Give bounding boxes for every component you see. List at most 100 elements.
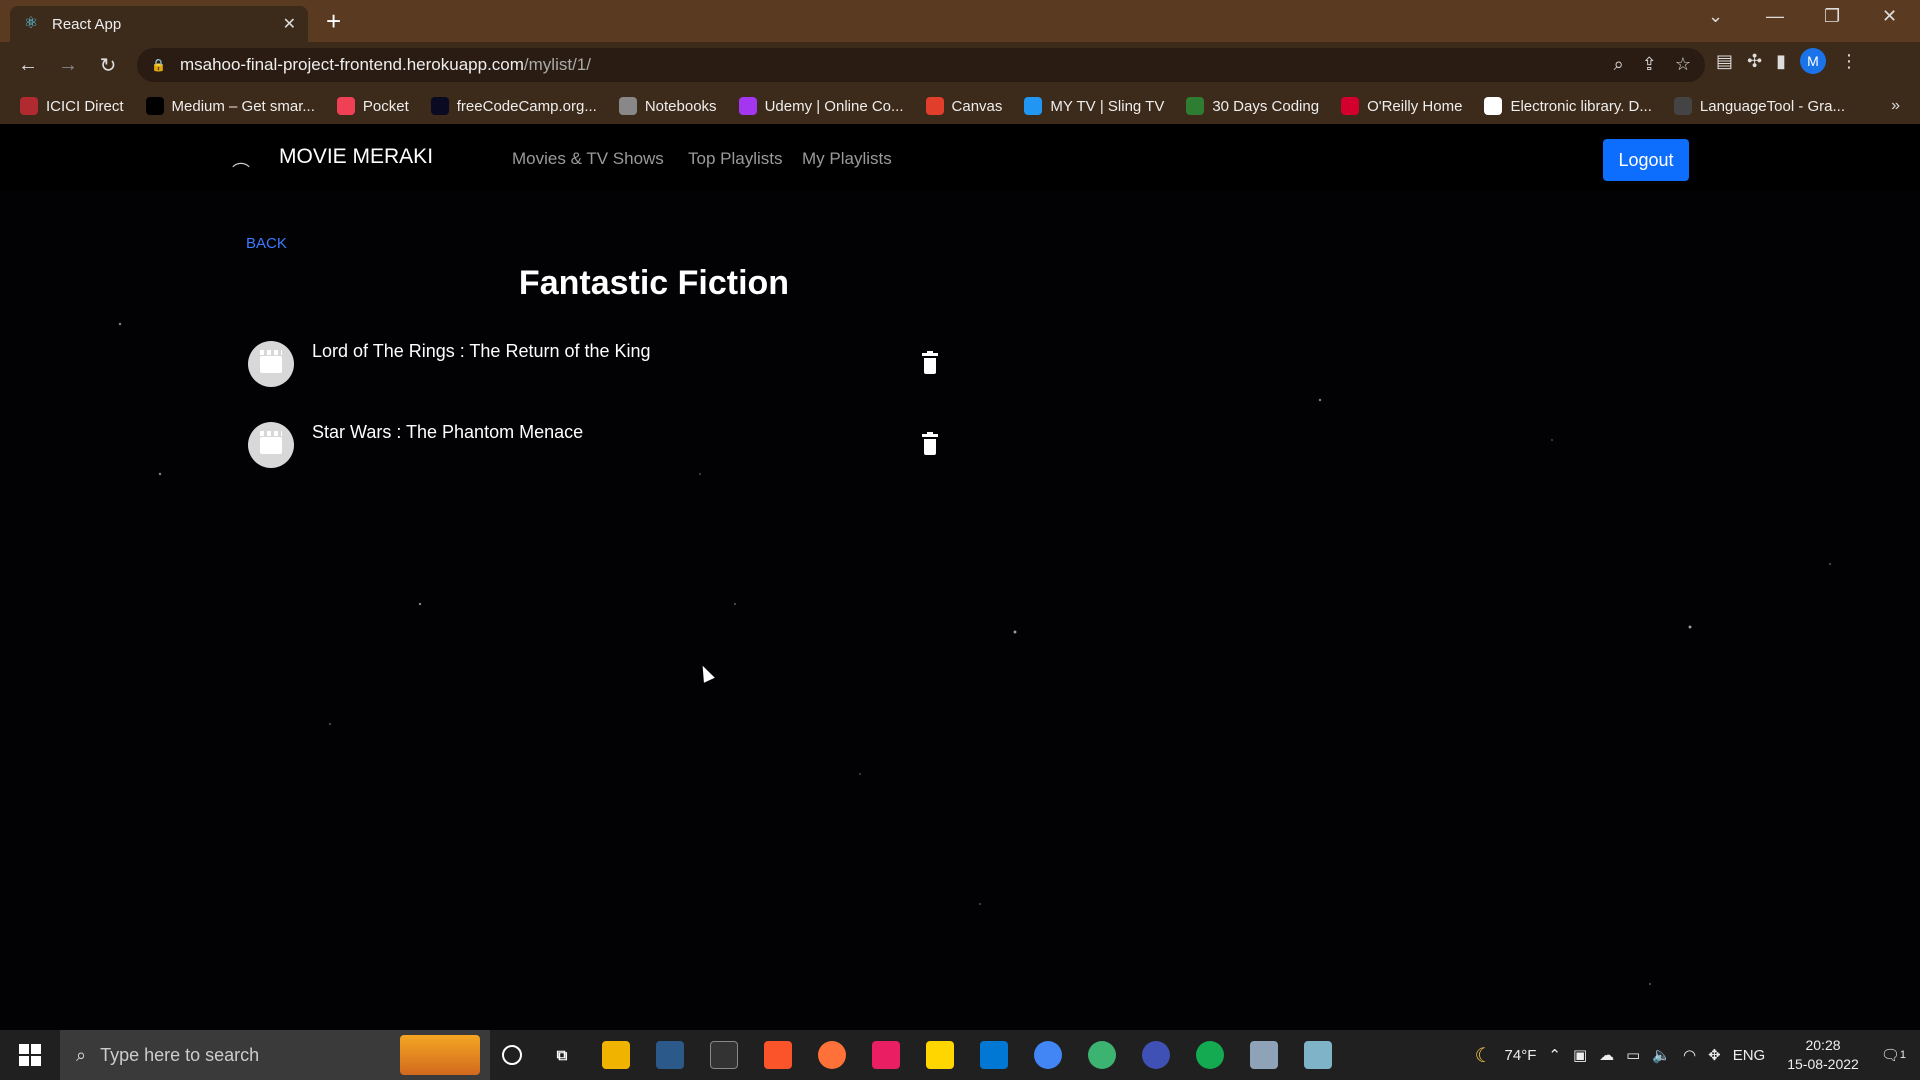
medium-icon [145,97,164,115]
reload-icon[interactable]: ↻ [88,45,128,85]
bookmark-label: 30 Days Coding [1212,97,1320,115]
url-path: /mylist/1/ [523,55,591,74]
bookmark-item[interactable]: Pocket [336,97,409,115]
language-indicator[interactable]: ENG [1733,1047,1766,1064]
bookmark-label: Electronic library. D... [1510,97,1652,115]
more-bookmarks-icon[interactable]: » [1891,97,1900,115]
system-tray: ☾ 74°F ⌃ ▣ ☁ ▭ 🔈 ◠ ✥ ENG 20:28 15-08-202… [1475,1030,1920,1080]
notification-center-icon[interactable]: 🗨 [1881,1046,1900,1064]
app-navbar: ︵ MOVIE MERAKI Movies & TV Shows Top Pla… [0,124,1920,190]
movie-title[interactable]: Lord of The Rings : The Return of the Ki… [312,341,651,362]
bookmark-item[interactable]: Notebooks [618,97,717,115]
bookmark-item[interactable]: Canvas [925,97,1002,115]
chrome-icon[interactable] [1034,1041,1062,1069]
react-favicon-icon: ⚛ [23,15,39,32]
brave-icon[interactable] [764,1041,792,1069]
mongodb-icon[interactable] [1196,1041,1224,1069]
bookmark-item[interactable]: LanguageTool - Gra... [1673,97,1845,115]
extension-icon[interactable]: ▤ [1716,51,1733,72]
freecodecamp-icon [430,97,449,115]
firefox-icon[interactable] [818,1041,846,1069]
atom-icon[interactable] [1088,1041,1116,1069]
mouse-cursor-icon [697,663,715,683]
sticky-notes-icon[interactable] [926,1041,954,1069]
file-explorer-icon[interactable] [602,1041,630,1069]
puzzle-icon[interactable]: ✣ [1747,51,1762,72]
bookmark-label: freeCodeCamp.org... [456,97,597,115]
paint-icon[interactable] [1250,1041,1278,1069]
close-window-button[interactable]: ✕ [1882,6,1897,27]
side-panel-icon[interactable]: ▮ [1776,51,1786,72]
vscode-icon[interactable] [980,1041,1008,1069]
forward-arrow-icon[interactable]: → [48,45,88,85]
browser-tab[interactable]: ⚛ React App ✕ [10,6,308,42]
address-bar[interactable]: 🔒 msahoo-final-project-frontend.herokuap… [137,48,1705,82]
task-view-icon[interactable]: ⧉ [548,1041,576,1069]
intellij-icon[interactable] [872,1041,900,1069]
windows-taskbar: ⌕ Type here to search ⧉ ☾ 74°F ⌃ ▣ ☁ ▭ 🔈… [0,1030,1920,1080]
bookmark-item[interactable]: MY TV | Sling TV [1024,97,1164,115]
notepad-icon[interactable] [1304,1041,1332,1069]
taskbar-search[interactable]: ⌕ Type here to search [60,1030,490,1080]
bookmark-item[interactable]: O'Reilly Home [1341,97,1462,115]
brand-name[interactable]: MOVIE MERAKI [279,145,433,169]
bookmark-item[interactable]: Medium – Get smar... [145,97,315,115]
bookmark-item[interactable]: Udemy | Online Co... [738,97,904,115]
bookmark-label: MY TV | Sling TV [1050,97,1165,115]
movie-title[interactable]: Star Wars : The Phantom Menace [312,422,583,443]
temperature[interactable]: 74°F [1505,1047,1537,1064]
terminal-icon[interactable] [710,1041,738,1069]
bookmark-item[interactable]: freeCodeCamp.org... [430,97,597,115]
bookmark-item[interactable]: 30 Days Coding [1186,97,1319,115]
clock[interactable]: 20:28 15-08-2022 [1787,1036,1859,1074]
tab-search-icon[interactable]: ⌄ [1708,6,1723,27]
eclipse-icon[interactable] [1142,1041,1170,1069]
bookmark-label: Notebooks [644,97,717,115]
notebooks-icon [618,97,637,115]
playlist-item: Star Wars : The Phantom Menace [248,422,948,472]
profile-avatar[interactable]: M [1800,48,1827,74]
restore-button[interactable]: ❐ [1824,6,1840,27]
trash-icon[interactable] [922,351,938,375]
tab-title: React App [52,15,122,33]
dropbox-icon[interactable]: ✥ [1708,1046,1721,1064]
cortana-icon[interactable] [502,1045,522,1065]
kebab-menu-icon[interactable]: ⋮ [1840,51,1858,72]
close-tab-icon[interactable]: ✕ [283,14,296,34]
coding-icon [1186,97,1205,115]
battery-icon[interactable]: ▭ [1626,1046,1640,1064]
nav-top-playlists[interactable]: Top Playlists [688,149,782,169]
trash-icon[interactable] [922,432,938,456]
nav-movies-tv-shows[interactable]: Movies & TV Shows [512,149,664,169]
nav-my-playlists[interactable]: My Playlists [802,149,892,169]
clock-time: 20:28 [1805,1037,1841,1053]
browser-toolbar: ← → ↻ 🔒 msahoo-final-project-frontend.he… [0,42,1920,88]
back-arrow-icon[interactable]: ← [8,45,48,85]
new-tab-button[interactable]: + [326,8,341,34]
start-button[interactable] [0,1030,60,1080]
meet-icon[interactable]: ▣ [1573,1046,1587,1064]
pocket-icon [336,97,355,115]
weather-moon-icon[interactable]: ☾ [1475,1043,1493,1068]
mysql-icon[interactable] [656,1041,684,1069]
chevron-up-icon[interactable]: ⌃ [1548,1046,1561,1064]
zoom-icon[interactable]: ⌕ [1614,54,1624,75]
bookmark-label: ICICI Direct [46,97,124,115]
bookmark-item[interactable]: ICICI Direct [20,97,124,115]
share-icon[interactable]: ⇪ [1642,54,1657,75]
bookmark-label: Medium – Get smar... [171,97,315,115]
volume-icon[interactable]: 🔈 [1652,1046,1671,1064]
movie-clapper-icon [248,341,294,387]
wifi-icon[interactable]: ◠ [1683,1046,1696,1064]
playlist-item: Lord of The Rings : The Return of the Ki… [248,341,948,391]
onedrive-icon[interactable]: ☁ [1599,1046,1614,1064]
search-highlight-image [400,1035,480,1075]
notification-count: 1 [1899,1049,1906,1061]
bookmark-item[interactable]: Electronic library. D... [1484,97,1652,115]
bookmark-label: Pocket [362,97,409,115]
languagetool-icon [1673,97,1692,115]
bookmark-star-icon[interactable]: ☆ [1675,54,1691,75]
minimize-button[interactable]: — [1766,6,1784,27]
back-link[interactable]: BACK [246,235,287,252]
logout-button[interactable]: Logout [1603,139,1689,181]
